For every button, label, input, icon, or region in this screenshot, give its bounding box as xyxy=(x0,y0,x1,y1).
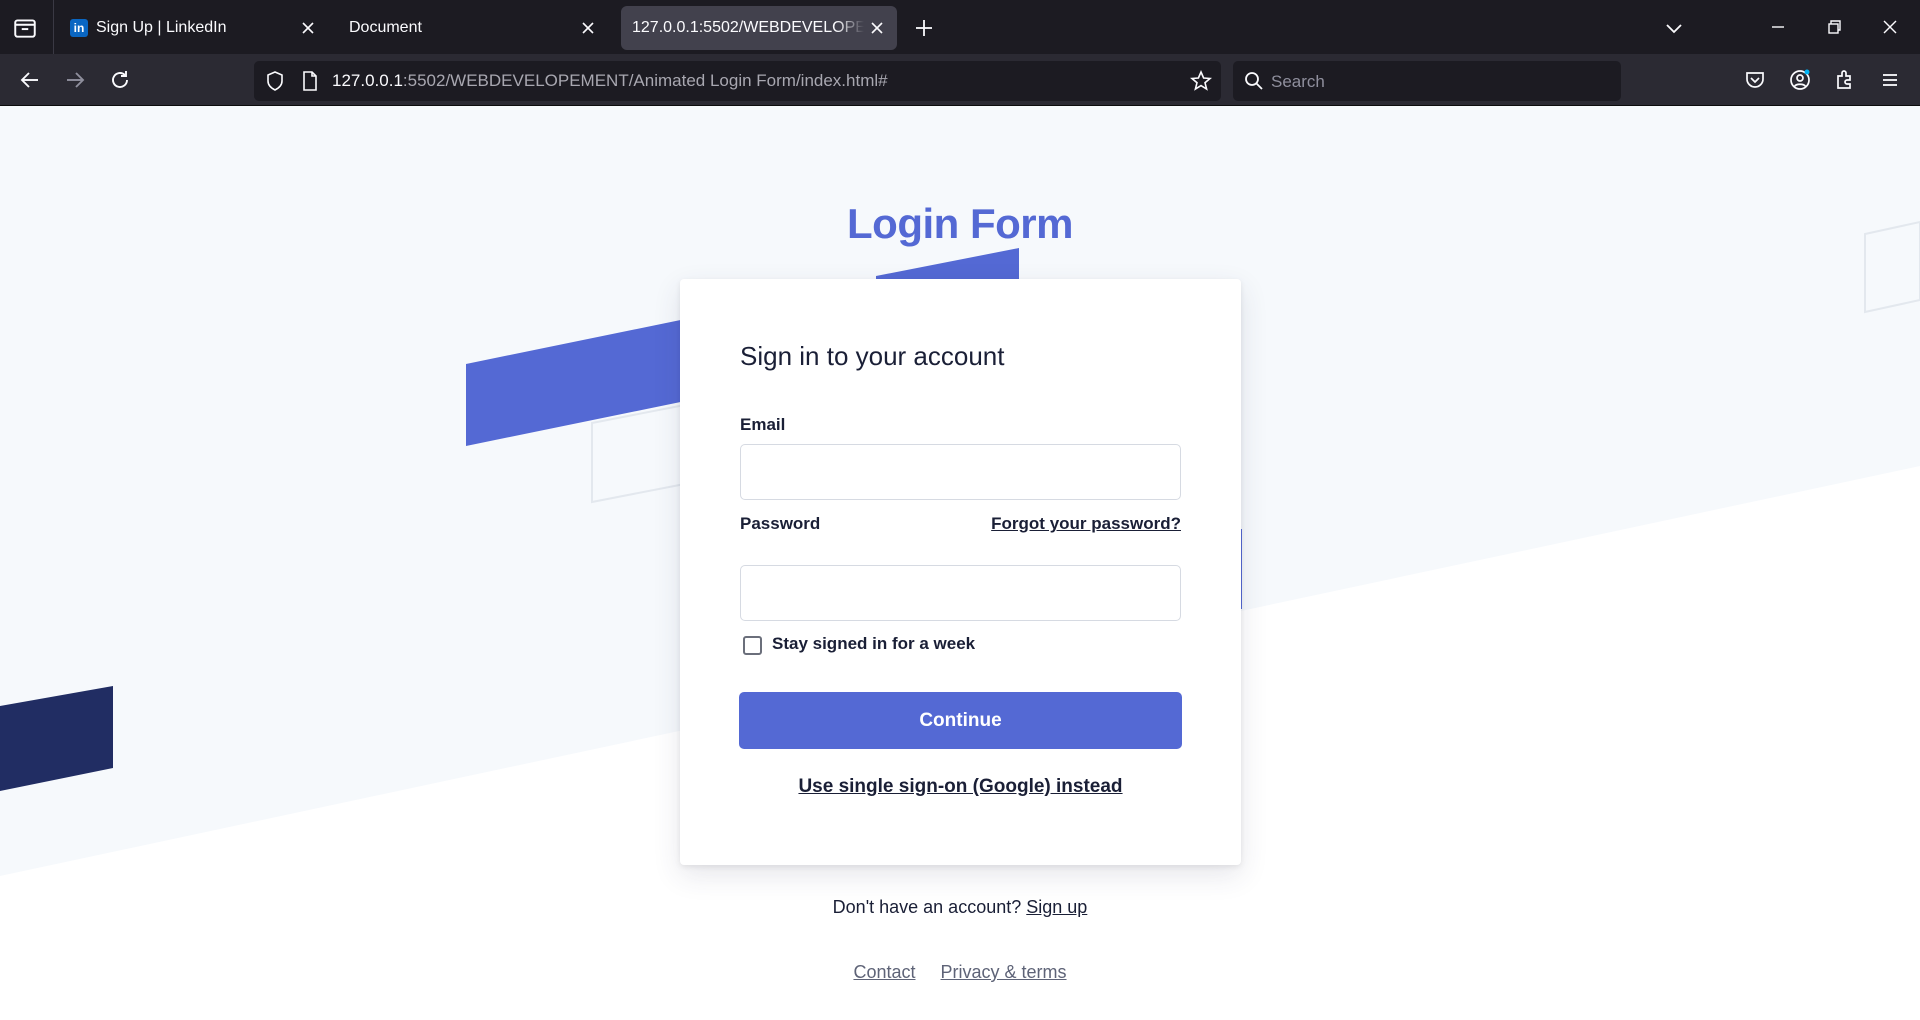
login-card: Sign in to your account Email Password F… xyxy=(680,279,1241,865)
bookmark-star-icon[interactable] xyxy=(1189,69,1213,93)
signup-prompt-line: Don't have an account? Sign up xyxy=(0,897,1920,918)
linkedin-icon: in xyxy=(70,19,88,37)
address-bar[interactable]: 127.0.0.1:5502/WEBDEVELOPEMENT/Animated … xyxy=(254,61,1221,101)
pocket-icon[interactable] xyxy=(1742,67,1768,93)
search-bar[interactable]: Search xyxy=(1233,61,1621,101)
tab-bar: in Sign Up | LinkedIn Document 127.0.0.1… xyxy=(0,0,1920,54)
firefox-view-icon[interactable] xyxy=(12,15,38,41)
url-path: :5502/WEBDEVELOPEMENT/Animated Login For… xyxy=(402,71,888,90)
tab-document[interactable]: Document xyxy=(340,6,610,50)
tab-linkedin[interactable]: in Sign Up | LinkedIn xyxy=(62,6,330,50)
search-placeholder: Search xyxy=(1271,72,1325,91)
navigation-toolbar: 127.0.0.1:5502/WEBDEVELOPEMENT/Animated … xyxy=(0,54,1920,106)
page-title: Login Form xyxy=(847,200,1073,247)
close-tab-icon[interactable] xyxy=(298,18,318,38)
tab-title: Document xyxy=(349,19,422,36)
footer-links: Contact Privacy & terms xyxy=(0,962,1920,983)
tab-separator xyxy=(53,0,54,54)
email-label: Email xyxy=(740,415,786,434)
close-tab-icon[interactable] xyxy=(578,18,598,38)
stay-signed-in-checkbox[interactable] xyxy=(743,636,762,655)
stay-signed-in-label[interactable]: Stay signed in for a week xyxy=(772,634,975,654)
page-icon[interactable] xyxy=(299,70,321,92)
tab-title: 127.0.0.1:5502/WEBDEVELOPEMENT xyxy=(632,19,864,36)
sso-google-link[interactable]: Use single sign-on (Google) instead xyxy=(680,776,1241,798)
signup-link[interactable]: Sign up xyxy=(1026,897,1087,917)
close-window-icon[interactable] xyxy=(1877,14,1903,40)
back-arrow-icon[interactable] xyxy=(17,67,43,93)
new-tab-icon[interactable] xyxy=(913,17,935,39)
page-viewport: Login Form Sign in to your account Email… xyxy=(0,106,1920,1020)
extensions-icon[interactable] xyxy=(1832,67,1858,93)
email-field[interactable] xyxy=(740,444,1181,500)
minimize-icon[interactable] xyxy=(1765,14,1791,40)
forward-arrow-icon[interactable] xyxy=(62,67,88,93)
url-host: 127.0.0.1 xyxy=(332,71,403,90)
shield-icon[interactable] xyxy=(264,70,286,92)
contact-link[interactable]: Contact xyxy=(853,962,915,982)
url-text[interactable]: 127.0.0.1:5502/WEBDEVELOPEMENT/Animated … xyxy=(332,71,888,91)
card-heading: Sign in to your account xyxy=(740,341,1005,371)
tab-title: Sign Up | LinkedIn xyxy=(96,19,227,36)
tab-active-localhost[interactable]: 127.0.0.1:5502/WEBDEVELOPEMENT xyxy=(621,6,897,50)
reload-icon[interactable] xyxy=(107,67,133,93)
search-icon xyxy=(1245,72,1263,90)
password-label: Password xyxy=(740,514,821,533)
restore-icon[interactable] xyxy=(1821,14,1847,40)
account-icon[interactable] xyxy=(1787,67,1813,93)
continue-button[interactable]: Continue xyxy=(739,692,1182,749)
signup-prompt-text: Don't have an account? xyxy=(832,897,1022,917)
privacy-terms-link[interactable]: Privacy & terms xyxy=(941,962,1067,982)
close-tab-icon[interactable] xyxy=(867,18,887,38)
forgot-password-link[interactable]: Forgot your password? xyxy=(991,514,1181,534)
chevron-down-icon[interactable] xyxy=(1663,17,1685,39)
menu-icon[interactable] xyxy=(1877,67,1903,93)
password-field[interactable] xyxy=(740,565,1181,621)
